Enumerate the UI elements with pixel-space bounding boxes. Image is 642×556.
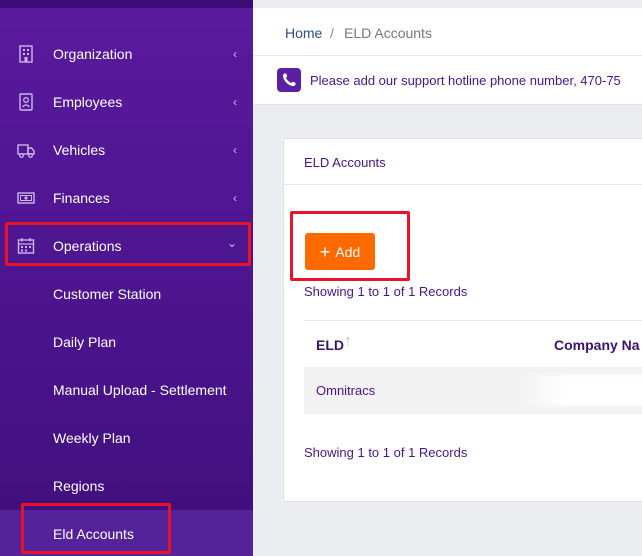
- highlight-box-operations: [5, 222, 251, 266]
- chevron-left-icon: ‹: [233, 143, 237, 157]
- sidebar-subitem-daily-plan[interactable]: Daily Plan: [0, 322, 253, 362]
- sidebar-item-employees[interactable]: Employees ‹: [0, 82, 253, 122]
- truck-icon: [17, 144, 35, 158]
- records-summary-top: Showing 1 to 1 of 1 Records: [304, 284, 468, 299]
- sidebar-item-label: Vehicles: [53, 142, 106, 158]
- highlight-box-add: [290, 211, 410, 281]
- sort-up-icon[interactable]: ↑: [344, 333, 352, 351]
- sidebar-subitem-customer-station[interactable]: Customer Station: [0, 274, 253, 314]
- phone-icon: [277, 68, 301, 92]
- column-header-company-name[interactable]: Company Na: [554, 337, 640, 353]
- sidebar-subitem-regions[interactable]: Regions: [0, 466, 253, 506]
- sidebar-item-vehicles[interactable]: Vehicles ‹: [0, 130, 253, 170]
- sidebar-subitem-weekly-plan[interactable]: Weekly Plan: [0, 418, 253, 458]
- records-summary-bottom: Showing 1 to 1 of 1 Records: [304, 445, 468, 460]
- support-notice-text: Please add our support hotline phone num…: [310, 73, 621, 88]
- breadcrumb-current: ELD Accounts: [344, 25, 432, 41]
- sidebar-subitem-manual-upload-settlement[interactable]: Manual Upload - Settlement: [0, 370, 253, 410]
- sidebar: Organization ‹ Employees ‹ Vehicles ‹ Fi…: [0, 0, 253, 556]
- support-notice: Please add our support hotline phone num…: [253, 56, 642, 105]
- sidebar-item-label: Finances: [53, 190, 110, 206]
- sidebar-subitem-label: Manual Upload - Settlement: [53, 382, 227, 398]
- breadcrumb-home-link[interactable]: Home: [285, 25, 322, 41]
- cell-company-redacted: [519, 375, 642, 406]
- sidebar-top-strip: [0, 0, 253, 8]
- breadcrumb: Home / ELD Accounts: [253, 8, 642, 56]
- eld-accounts-card: ELD Accounts + Add Showing 1 to 1 of 1 R…: [283, 138, 642, 502]
- sidebar-subitem-label: Weekly Plan: [53, 430, 131, 446]
- sidebar-subitem-label: Daily Plan: [53, 334, 117, 350]
- sidebar-subitem-label: Regions: [53, 478, 105, 494]
- highlight-box-eld-accounts: [21, 503, 171, 554]
- sidebar-subitem-label: Customer Station: [53, 286, 162, 302]
- table-row[interactable]: Omnitracs: [304, 367, 642, 414]
- breadcrumb-separator: /: [330, 25, 334, 41]
- id-badge-icon: [19, 93, 33, 111]
- table-header: ELD ↑ Company Na: [304, 320, 642, 368]
- cell-eld: Omnitracs: [316, 383, 376, 398]
- sidebar-item-finances[interactable]: Finances ‹: [0, 178, 253, 218]
- building-icon: [19, 45, 33, 63]
- chevron-left-icon: ‹: [233, 95, 237, 109]
- chevron-left-icon: ‹: [233, 47, 237, 61]
- sidebar-item-label: Employees: [53, 94, 123, 110]
- sidebar-item-label: Organization: [53, 46, 133, 62]
- card-header: ELD Accounts: [284, 139, 642, 185]
- money-icon: [17, 192, 35, 204]
- top-bar: [253, 0, 642, 8]
- card-title: ELD Accounts: [304, 155, 386, 170]
- chevron-left-icon: ‹: [233, 191, 237, 205]
- sidebar-item-organization[interactable]: Organization ‹: [0, 34, 253, 74]
- column-header-eld[interactable]: ELD: [316, 337, 344, 353]
